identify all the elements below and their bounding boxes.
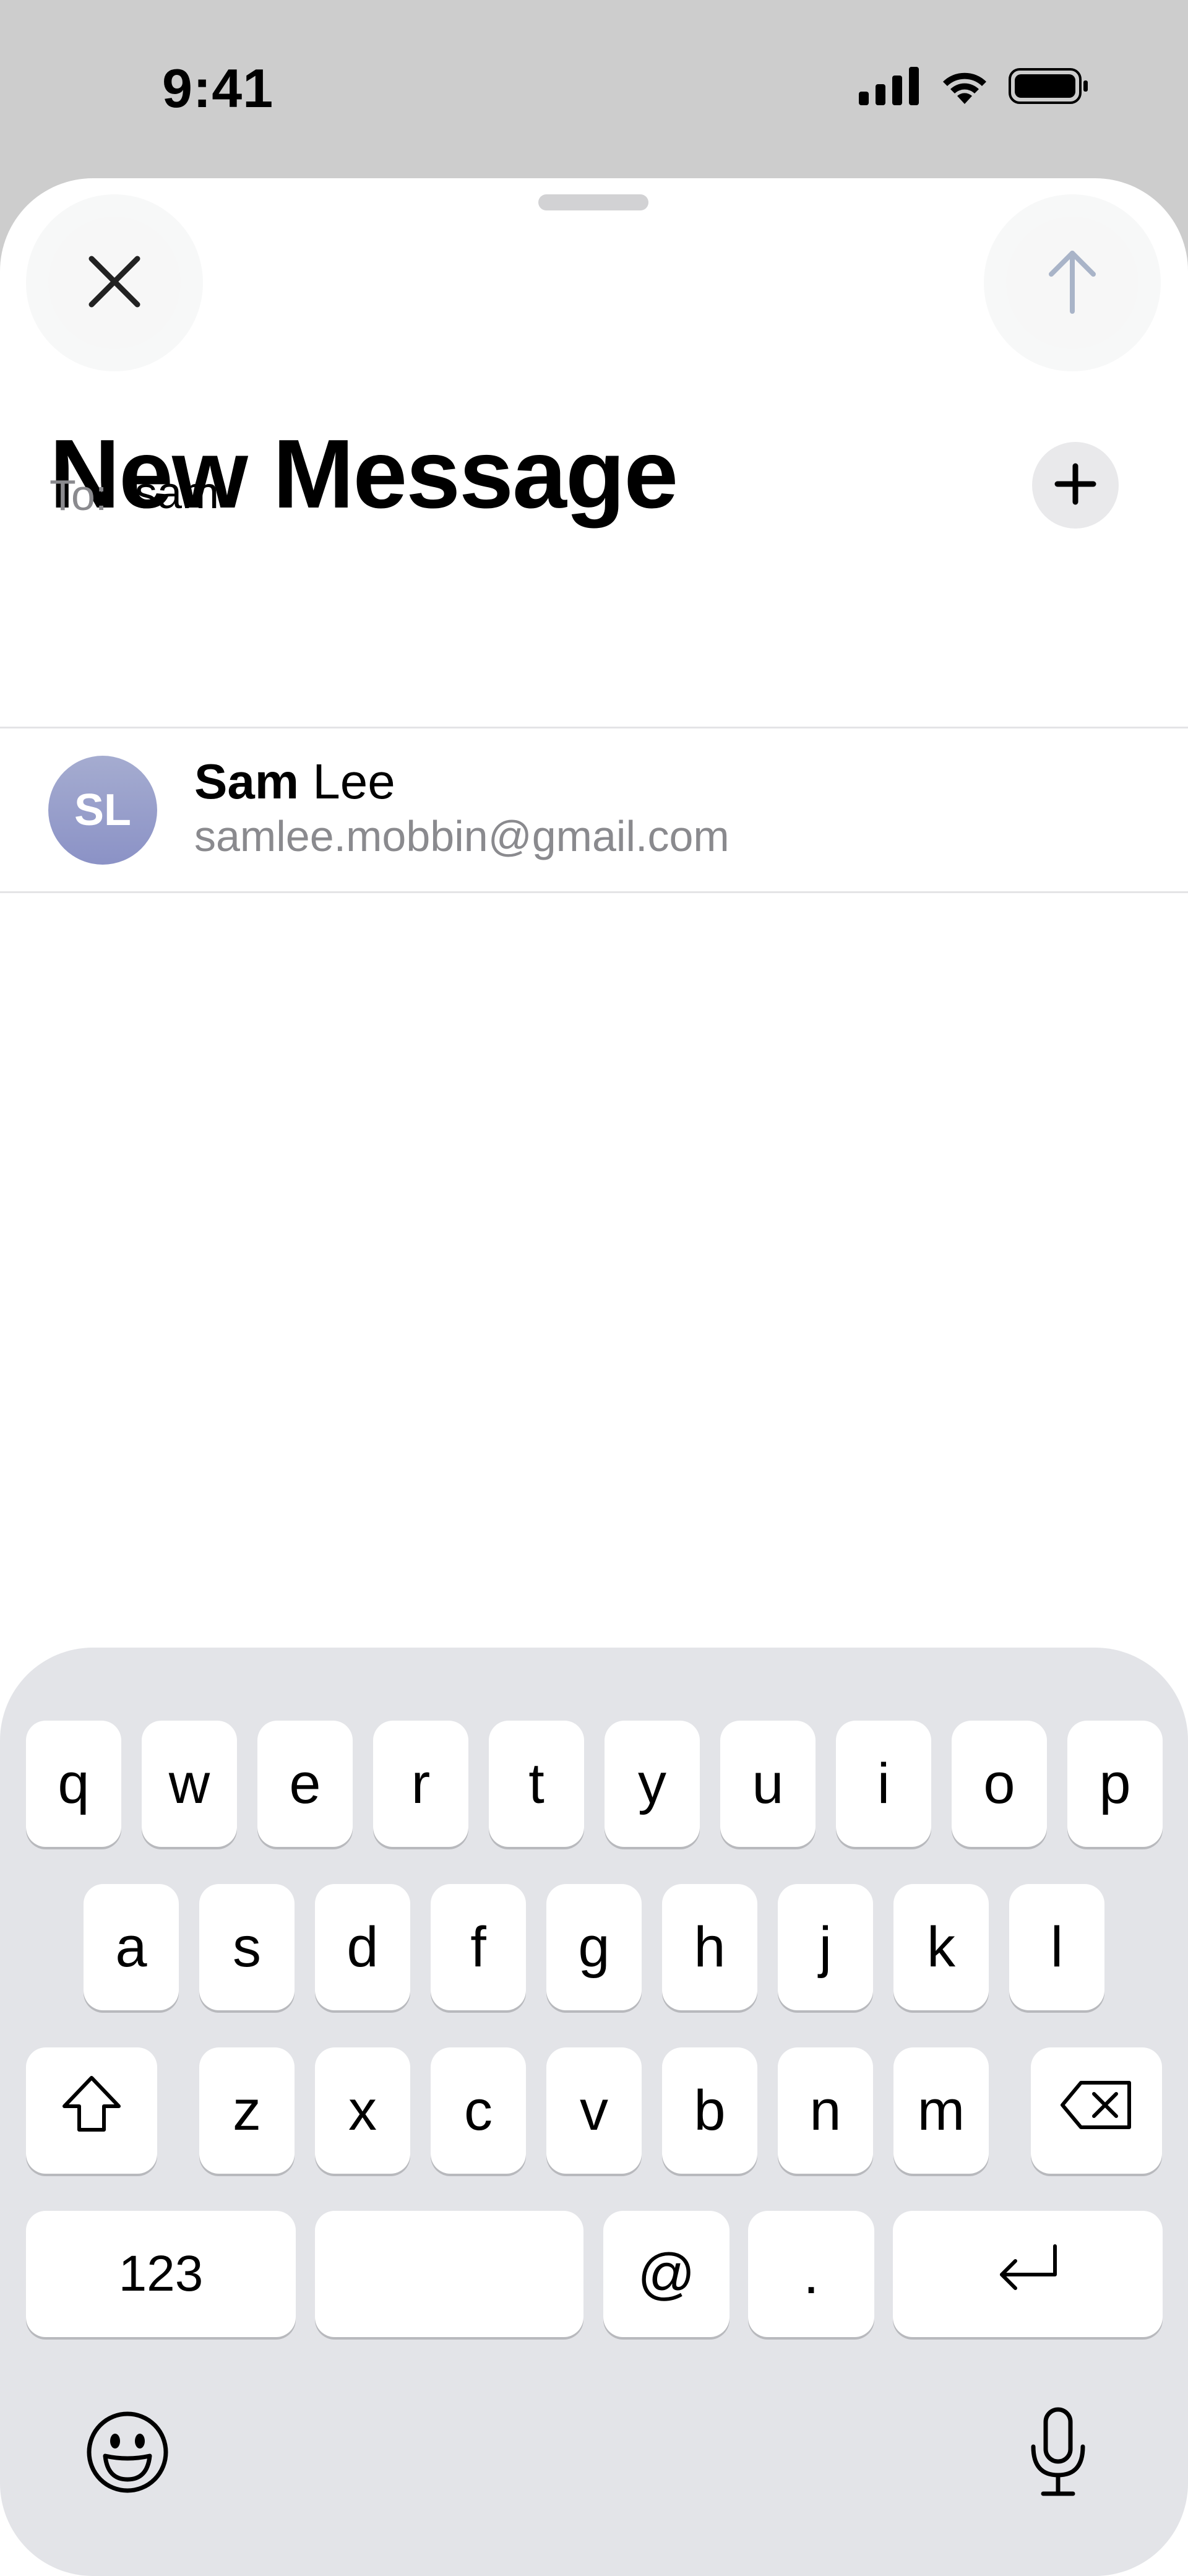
key-f[interactable]: f [431, 1884, 526, 2010]
add-recipient-button[interactable] [1032, 442, 1119, 529]
key-o[interactable]: o [952, 1721, 1047, 1847]
send-button[interactable] [1006, 217, 1138, 349]
recipient-input[interactable] [135, 465, 939, 521]
key-b[interactable]: b [662, 2047, 757, 2174]
key-z[interactable]: z [199, 2047, 295, 2174]
numbers-key[interactable]: 123 [26, 2211, 296, 2337]
key-n[interactable]: n [778, 2047, 873, 2174]
key-e[interactable]: e [257, 1721, 353, 1847]
recipient-row: To: [0, 433, 1188, 551]
key-q[interactable]: q [26, 1721, 121, 1847]
return-icon [996, 2242, 1060, 2307]
key-h[interactable]: h [662, 1884, 757, 2010]
microphone-button[interactable] [1015, 2405, 1101, 2502]
microphone-icon [1027, 2406, 1089, 2502]
dot-key[interactable]: . [748, 2211, 874, 2337]
key-j[interactable]: j [778, 1884, 873, 2010]
avatar: SL [48, 756, 157, 865]
delete-key[interactable] [1031, 2047, 1162, 2174]
key-g[interactable]: g [546, 1884, 642, 2010]
battery-icon [1009, 67, 1089, 108]
key-r[interactable]: r [373, 1721, 468, 1847]
key-a[interactable]: a [84, 1884, 179, 2010]
contact-email: samlee.mobbin@gmail.com [194, 812, 730, 860]
status-bar: 9:41 [0, 0, 1188, 179]
contact-name-match: Sam [194, 754, 299, 809]
sheet-grabber[interactable] [538, 194, 648, 210]
plus-icon [1054, 462, 1097, 509]
key-i[interactable]: i [836, 1721, 931, 1847]
key-m[interactable]: m [893, 2047, 989, 2174]
keyboard: q w e r t y u i o p a s d f g h j k l z … [0, 1648, 1188, 2576]
shift-icon [61, 2074, 123, 2147]
contact-name: Sam Lee [194, 753, 395, 810]
key-w[interactable]: w [142, 1721, 237, 1847]
key-y[interactable]: y [605, 1721, 700, 1847]
key-k[interactable]: k [893, 1884, 989, 2010]
close-button[interactable] [48, 217, 181, 349]
key-p[interactable]: p [1067, 1721, 1163, 1847]
space-key[interactable] [315, 2211, 583, 2337]
emoji-button[interactable] [84, 2410, 171, 2497]
key-t[interactable]: t [489, 1721, 584, 1847]
to-label: To: [50, 471, 108, 519]
key-u[interactable]: u [720, 1721, 816, 1847]
key-d[interactable]: d [315, 1884, 410, 2010]
signal-icon [859, 67, 921, 108]
close-icon [87, 254, 142, 313]
delete-icon [1060, 2078, 1133, 2143]
emoji-icon [85, 2410, 170, 2497]
key-x[interactable]: x [315, 2047, 410, 2174]
key-l[interactable]: l [1009, 1884, 1104, 2010]
status-icons [859, 67, 1089, 108]
arrow-up-icon [1048, 249, 1097, 317]
status-time: 9:41 [162, 58, 274, 119]
key-v[interactable]: v [546, 2047, 642, 2174]
divider [0, 891, 1188, 893]
key-c[interactable]: c [431, 2047, 526, 2174]
at-key[interactable]: @ [603, 2211, 730, 2337]
contact-suggestion[interactable]: SL Sam Lee samlee.mobbin@gmail.com [0, 728, 1188, 891]
key-s[interactable]: s [199, 1884, 295, 2010]
shift-key[interactable] [26, 2047, 157, 2174]
contact-name-rest: Lee [298, 754, 395, 809]
wifi-icon [938, 67, 991, 108]
return-key[interactable] [893, 2211, 1163, 2337]
